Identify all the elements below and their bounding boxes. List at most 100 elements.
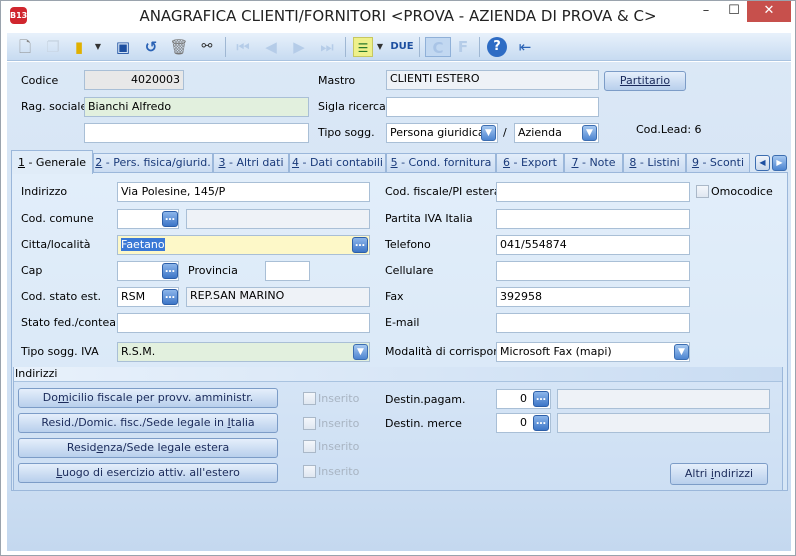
sigla-ricerca-field[interactable] [386, 97, 599, 117]
close-button[interactable]: ✕ [747, 1, 791, 22]
cellulare-field[interactable] [496, 261, 690, 281]
separator [479, 37, 480, 57]
email-label: E-mail [385, 316, 420, 329]
list-view-icon[interactable]: ☰ [353, 37, 373, 57]
destin-pagam-label: Destin.pagam. [385, 393, 466, 406]
mastro-field[interactable]: CLIENTI ESTERO [386, 70, 599, 90]
luogo-esercizio-estero-button[interactable]: Luogo di esercizio attiv. all'estero [18, 463, 278, 483]
rag-sociale-field[interactable]: Bianchi Alfredo [84, 97, 309, 117]
exit-icon[interactable]: ⇤ [515, 37, 535, 57]
omocodice-label: Omocodice [711, 185, 773, 198]
ellipsis-lookup-icon[interactable]: … [162, 211, 178, 227]
tipo-sogg-label: Tipo sogg. [318, 126, 375, 139]
inserito-label: Inserito [318, 440, 360, 453]
partitario-button[interactable]: Partitario [604, 71, 686, 91]
tab-scroll-left-icon[interactable]: ◀ [755, 155, 770, 171]
f-icon: F [457, 38, 469, 56]
stato-fed-field[interactable] [117, 313, 370, 333]
inserito-label: Inserito [318, 417, 360, 430]
delete-icon[interactable]: 🗑 [169, 37, 189, 57]
last-record-icon: ⏭ [320, 38, 334, 56]
minimize-button[interactable]: – [691, 1, 721, 22]
separator [345, 37, 346, 57]
resid-domic-italia-button[interactable]: Resid./Domic. fisc./Sede legale in Itali… [18, 413, 278, 433]
citta-field[interactable]: Faetano [117, 235, 370, 255]
tab-pers-fisica-giurid[interactable]: 2 - Pers. fisica/giurid. [93, 153, 213, 173]
rag-sociale-label: Rag. sociale [21, 100, 88, 113]
inserito-checkbox [303, 440, 316, 453]
chevron-down-icon[interactable]: ▼ [582, 125, 597, 141]
citta-selected-text: Faetano [121, 238, 165, 251]
save-icon[interactable]: ▣ [113, 37, 133, 57]
tipo-sogg-iva-label: Tipo sogg. IVA [21, 345, 99, 358]
ellipsis-lookup-icon[interactable]: … [162, 263, 178, 279]
stato-fed-label: Stato fed./contea [21, 316, 116, 329]
maximize-button[interactable]: ☐ [719, 1, 749, 22]
open-folder-icon[interactable]: ▮ [69, 37, 89, 57]
chevron-down-icon[interactable]: ▼ [353, 344, 368, 360]
citta-label: Citta/località [21, 238, 91, 251]
find-binoculars-icon[interactable]: ⚯ [197, 37, 217, 57]
mastro-label: Mastro [318, 74, 356, 87]
copy-icon: ❐ [46, 38, 60, 56]
title-bar: B13 ANAGRAFICA CLIENTI/FORNITORI <PROVA … [1, 1, 795, 31]
chevron-down-icon[interactable]: ▼ [481, 125, 496, 141]
domicilio-fiscale-button[interactable]: Domicilio fiscale per provv. amministr. [18, 388, 278, 408]
new-document-icon[interactable]: 🗋 [15, 37, 35, 57]
residenza-estera-button[interactable]: Residenza/Sede legale estera [18, 438, 278, 458]
destin-merce-desc [557, 413, 770, 433]
tab-scroll-right-icon[interactable]: ▶ [772, 155, 787, 171]
inserito-label: Inserito [318, 392, 360, 405]
chevron-down-icon[interactable]: ▼ [93, 37, 103, 57]
cod-stato-label: Cod. stato est. [21, 290, 102, 303]
ellipsis-lookup-icon[interactable]: … [533, 391, 549, 407]
telefono-label: Telefono [385, 238, 431, 251]
ellipsis-lookup-icon[interactable]: … [352, 237, 368, 253]
omocodice-checkbox[interactable] [696, 185, 709, 198]
c-icon[interactable]: C [425, 37, 451, 57]
cellulare-label: Cellulare [385, 264, 434, 277]
due-icon[interactable]: DUE [389, 37, 415, 57]
tab-export[interactable]: 6 - Export [496, 153, 564, 173]
inserito-checkbox [303, 465, 316, 478]
inserito-checkbox [303, 417, 316, 430]
sigla-ricerca-label: Sigla ricerca [318, 100, 386, 113]
email-field[interactable] [496, 313, 690, 333]
undo-icon[interactable]: ↺ [141, 37, 161, 57]
fax-label: Fax [385, 290, 404, 303]
codice-label: Codice [21, 74, 59, 87]
previous-record-icon: ◀ [265, 38, 277, 56]
cod-comune-desc [186, 209, 370, 229]
inserito-checkbox [303, 392, 316, 405]
first-record-icon: ⏮ [236, 38, 250, 56]
partitario-button-label: Partitario [619, 74, 671, 87]
help-icon[interactable]: ? [487, 37, 507, 57]
chevron-down-icon[interactable]: ▼ [674, 344, 689, 360]
codice-field[interactable]: 4020003 [84, 70, 184, 90]
altri-indirizzi-button[interactable]: Altri indirizzi [670, 463, 768, 485]
tab-sconti[interactable]: 9 - Sconti [686, 153, 750, 173]
window: B13 ANAGRAFICA CLIENTI/FORNITORI <PROVA … [0, 0, 796, 556]
tipo-sogg-iva-select[interactable]: R.S.M. [117, 342, 370, 362]
partita-iva-field[interactable] [496, 209, 690, 229]
tab-note[interactable]: 7 - Note [564, 153, 623, 173]
tab-cond-fornitura[interactable]: 5 - Cond. fornitura [386, 153, 496, 173]
modalita-select[interactable]: Microsoft Fax (mapi) [496, 342, 690, 362]
tab-altri-dati[interactable]: 3 - Altri dati [213, 153, 289, 173]
tab-dati-contabili[interactable]: 4 - Dati contabili [289, 153, 386, 173]
window-title: ANAGRAFICA CLIENTI/FORNITORI <PROVA - AZ… [139, 7, 657, 25]
tab-generale[interactable]: 1 - Generale [11, 150, 93, 174]
chevron-down-icon[interactable]: ▼ [375, 37, 385, 57]
ellipsis-lookup-icon[interactable]: … [533, 415, 549, 431]
tab-listini[interactable]: 8 - Listini [623, 153, 686, 173]
cod-fiscale-field[interactable] [496, 182, 690, 202]
next-record-icon: ▶ [293, 38, 305, 56]
rag-sociale-2-field[interactable] [84, 123, 309, 143]
indirizzi-title: Indirizzi [15, 367, 58, 380]
indirizzo-field[interactable]: Via Polesine, 145/P [117, 182, 370, 202]
fax-field[interactable]: 392958 [496, 287, 690, 307]
destin-merce-label: Destin. merce [385, 417, 462, 430]
ellipsis-lookup-icon[interactable]: … [162, 289, 178, 305]
telefono-field[interactable]: 041/554874 [496, 235, 690, 255]
provincia-field[interactable] [265, 261, 310, 281]
